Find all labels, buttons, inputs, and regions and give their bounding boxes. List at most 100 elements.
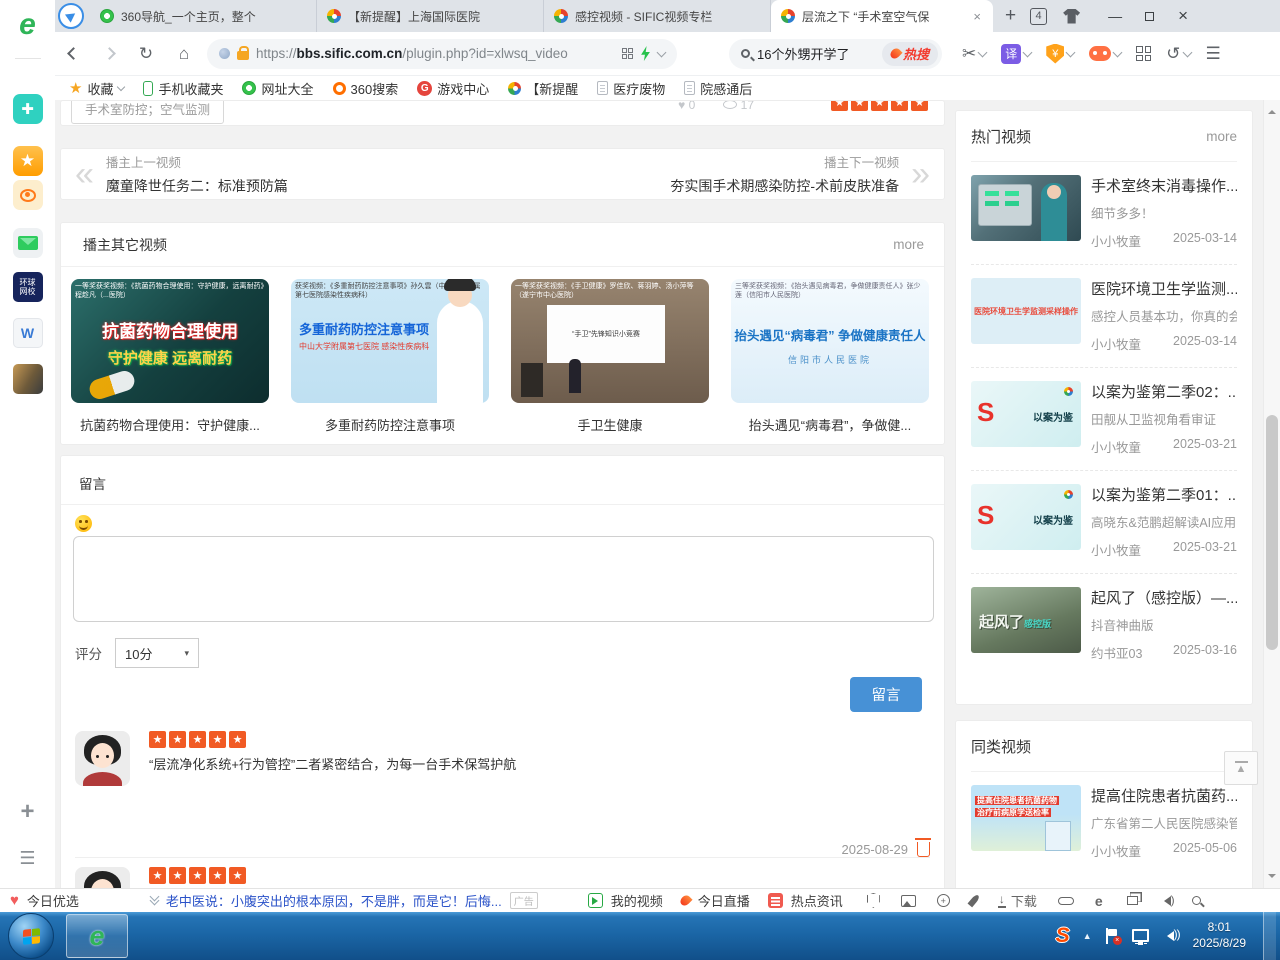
incognito-icon[interactable] <box>1058 897 1074 905</box>
lock-icon[interactable] <box>237 51 249 60</box>
forward-button[interactable] <box>91 49 127 58</box>
video-thumbnail[interactable]: 三等奖获奖视频：《抬头遇见病毒君，争做健康责任人》张少莲（信阳市人民医院） 抬头… <box>731 279 929 403</box>
video-thumbnail[interactable]: 一等奖获奖视频：《抗菌药物合理使用：守护健康，远离耐药》程趁凡（...医院） 抗… <box>71 279 269 403</box>
home-button[interactable]: ⌂ <box>165 44 203 64</box>
scroll-up-icon[interactable] <box>1268 106 1276 114</box>
video-title[interactable]: 多重耐药防控注意事项 <box>291 415 489 434</box>
video-title[interactable]: 以案为鉴第二季01：... <box>1091 484 1237 505</box>
news-headline-link[interactable]: 老中医说：小腹突出的根本原因，不是胖，而是它！后悔... <box>166 891 502 910</box>
video-title[interactable]: 手术室终末消毒操作... <box>1091 175 1237 196</box>
video-thumbnail[interactable] <box>971 175 1081 241</box>
close-window-button[interactable]: × <box>1166 0 1200 32</box>
wallet-shield-button[interactable]: ¥ <box>1046 44 1074 64</box>
back-to-top-button[interactable]: ▲ <box>1224 751 1258 785</box>
video-thumbnail[interactable]: 提高住院患者抗菌药物治疗前病原学送检率 <box>971 785 1081 851</box>
tab-close-icon[interactable]: × <box>971 9 983 24</box>
action-center-flag-icon[interactable]: × <box>1105 928 1119 944</box>
more-link[interactable]: more <box>1206 129 1237 144</box>
live-label[interactable]: 今日直播 <box>698 891 750 910</box>
bookmark-yuangan[interactable]: 院感通后 <box>684 79 752 98</box>
video-item[interactable]: 三等奖获奖视频：《抬头遇见病毒君，争做健康责任人》张少莲（信阳市人民医院） 抬头… <box>731 279 929 434</box>
video-item[interactable]: 一等奖获奖视频：《抗菌药物合理使用：守护健康，远离耐药》程趁凡（...医院） 抗… <box>71 279 269 434</box>
next-title[interactable]: 夯实围手术期感染防控-术前皮肤准备 <box>670 176 899 196</box>
my-videos-icon[interactable] <box>588 893 603 908</box>
rail-mail-icon[interactable] <box>13 228 43 258</box>
video-title[interactable]: 起风了（感控版）—... <box>1091 587 1237 608</box>
video-thumbnail[interactable]: 获奖视频：《多重耐药防控注意事项》孙久雲（中山大学附属第七医院感染性疾病科） 多… <box>291 279 489 403</box>
tab-sific-forum[interactable]: 【新提醒】上海国际医院 <box>317 0 544 32</box>
scroll-down-icon[interactable] <box>1268 874 1276 882</box>
new-tab-button[interactable]: + <box>1005 5 1016 27</box>
video-thumbnail[interactable]: 医院环境卫生学监测采样操作 <box>971 278 1081 344</box>
rail-favorites-icon[interactable]: ★ <box>13 146 43 176</box>
hot-news-label[interactable]: 热点资讯 <box>791 891 843 910</box>
clock-icon[interactable]: + <box>937 894 950 907</box>
tab-count-badge[interactable]: 4 <box>1030 8 1047 25</box>
video-thumbnail[interactable]: 一等奖获奖视频：《手卫健康》罗佳欣、蒋羽婷、汤小萍等（遂宁市中心医院） “手卫”… <box>511 279 709 403</box>
windows-icon[interactable] <box>1127 896 1138 905</box>
next-arrow-icon[interactable]: » <box>911 157 930 191</box>
browser-compass-button[interactable] <box>58 3 84 29</box>
like-stat[interactable]: ♥ 0 <box>678 100 695 112</box>
my-videos-label[interactable]: 我的视频 <box>611 891 663 910</box>
refresh-button[interactable]: ↻ <box>127 44 165 64</box>
bookmark-site-directory[interactable]: 网址大全 <box>242 79 313 98</box>
url-text[interactable]: https://bbs.sific.com.cn/plugin.php?id=x… <box>256 46 615 61</box>
minimize-button[interactable]: — <box>1098 0 1132 32</box>
screenshot-tool-button[interactable]: ✂ <box>962 44 986 64</box>
boost-rocket-icon[interactable] <box>967 894 980 908</box>
rail-list-button[interactable]: ☰ <box>19 848 35 869</box>
tab-360-nav[interactable]: 360导航_一个主页，整个 <box>90 0 317 32</box>
list-item[interactable]: 提高住院患者抗菌药物治疗前病原学送检率 提高住院患者抗菌药... 广东省第二人民… <box>971 772 1237 874</box>
video-title[interactable]: 以案为鉴第二季02：... <box>1091 381 1237 402</box>
video-title[interactable]: 提高住院患者抗菌药... <box>1091 785 1237 806</box>
ie-mode-icon[interactable]: e <box>1095 893 1103 909</box>
rail-weibo-icon[interactable] <box>13 180 43 210</box>
security-shield-icon[interactable] <box>867 893 880 908</box>
taskbar-360-browser[interactable]: e <box>66 914 128 958</box>
author[interactable]: 小小牧童 <box>1091 540 1141 559</box>
rail-word-doc-icon[interactable]: W <box>13 318 43 348</box>
tab-current-video[interactable]: 层流之下 “手术室空气保 × <box>771 0 993 32</box>
video-title[interactable]: 抬头遇见“病毒君”，争做健... <box>731 415 929 434</box>
theme-skin-icon[interactable] <box>1063 9 1080 24</box>
download-button[interactable]: ↓下载 <box>998 891 1037 910</box>
site-info-icon[interactable] <box>219 48 230 59</box>
volume-icon[interactable] <box>1162 931 1174 941</box>
expand-chevron-icon[interactable] <box>151 897 158 904</box>
undo-button[interactable]: ↺ <box>1166 44 1190 64</box>
restore-button[interactable] <box>1132 0 1166 32</box>
video-thumbnail[interactable]: S以案为鉴 <box>971 484 1081 550</box>
sogou-tray-icon[interactable]: S <box>1056 924 1070 948</box>
list-item[interactable]: 手术室终末消毒操作... 细节多多！ 小小牧童2025-03-14 <box>971 162 1237 265</box>
main-menu-button[interactable]: ☰ <box>1206 44 1221 64</box>
bookmark-mobile-favorites[interactable]: 手机收藏夹 <box>143 79 223 98</box>
screenshot-icon[interactable] <box>901 895 916 907</box>
video-title[interactable]: 抗菌药物合理使用：守护健康... <box>71 415 269 434</box>
apps-grid-button[interactable] <box>1136 46 1151 61</box>
speaker-icon[interactable] <box>1159 896 1171 906</box>
delete-comment-icon[interactable] <box>917 842 930 857</box>
translate-button[interactable]: 译 <box>1001 44 1031 64</box>
author[interactable]: 小小牧童 <box>1091 841 1141 860</box>
prev-video-link[interactable]: 播主上一视频 魔童降世任务二：标准预防篇 <box>106 152 288 196</box>
emoji-picker-icon[interactable] <box>75 515 92 532</box>
rail-app-clover-icon[interactable]: ✚ <box>13 94 43 124</box>
author[interactable]: 约书亚03 <box>1091 643 1142 662</box>
rating-select[interactable]: 10分 ▾ <box>115 638 199 668</box>
zoom-search-icon[interactable] <box>1192 896 1201 905</box>
network-icon[interactable] <box>1132 929 1149 942</box>
speed-mode-icon[interactable] <box>640 46 651 61</box>
video-thumbnail[interactable]: 起风了感控版 <box>971 587 1081 653</box>
start-button[interactable] <box>8 913 54 959</box>
search-box[interactable]: 16个外甥开学了 热搜 <box>729 39 942 69</box>
prev-title[interactable]: 魔童降世任务二：标准预防篇 <box>106 176 288 196</box>
author[interactable]: 小小牧童 <box>1091 334 1141 353</box>
video-item[interactable]: 一等奖获奖视频：《手卫健康》罗佳欣、蒋羽婷、汤小萍等（遂宁市中心医院） “手卫”… <box>511 279 709 434</box>
address-bar[interactable]: https://bbs.sific.com.cn/plugin.php?id=x… <box>207 39 677 69</box>
taskbar-clock[interactable]: 8:01 2025/8/29 <box>1193 920 1246 951</box>
url-dropdown-icon[interactable] <box>657 47 667 57</box>
video-thumbnail[interactable]: S以案为鉴 <box>971 381 1081 447</box>
rail-game-icon[interactable] <box>13 364 43 394</box>
bookmark-360-search[interactable]: 360搜索 <box>333 79 399 98</box>
